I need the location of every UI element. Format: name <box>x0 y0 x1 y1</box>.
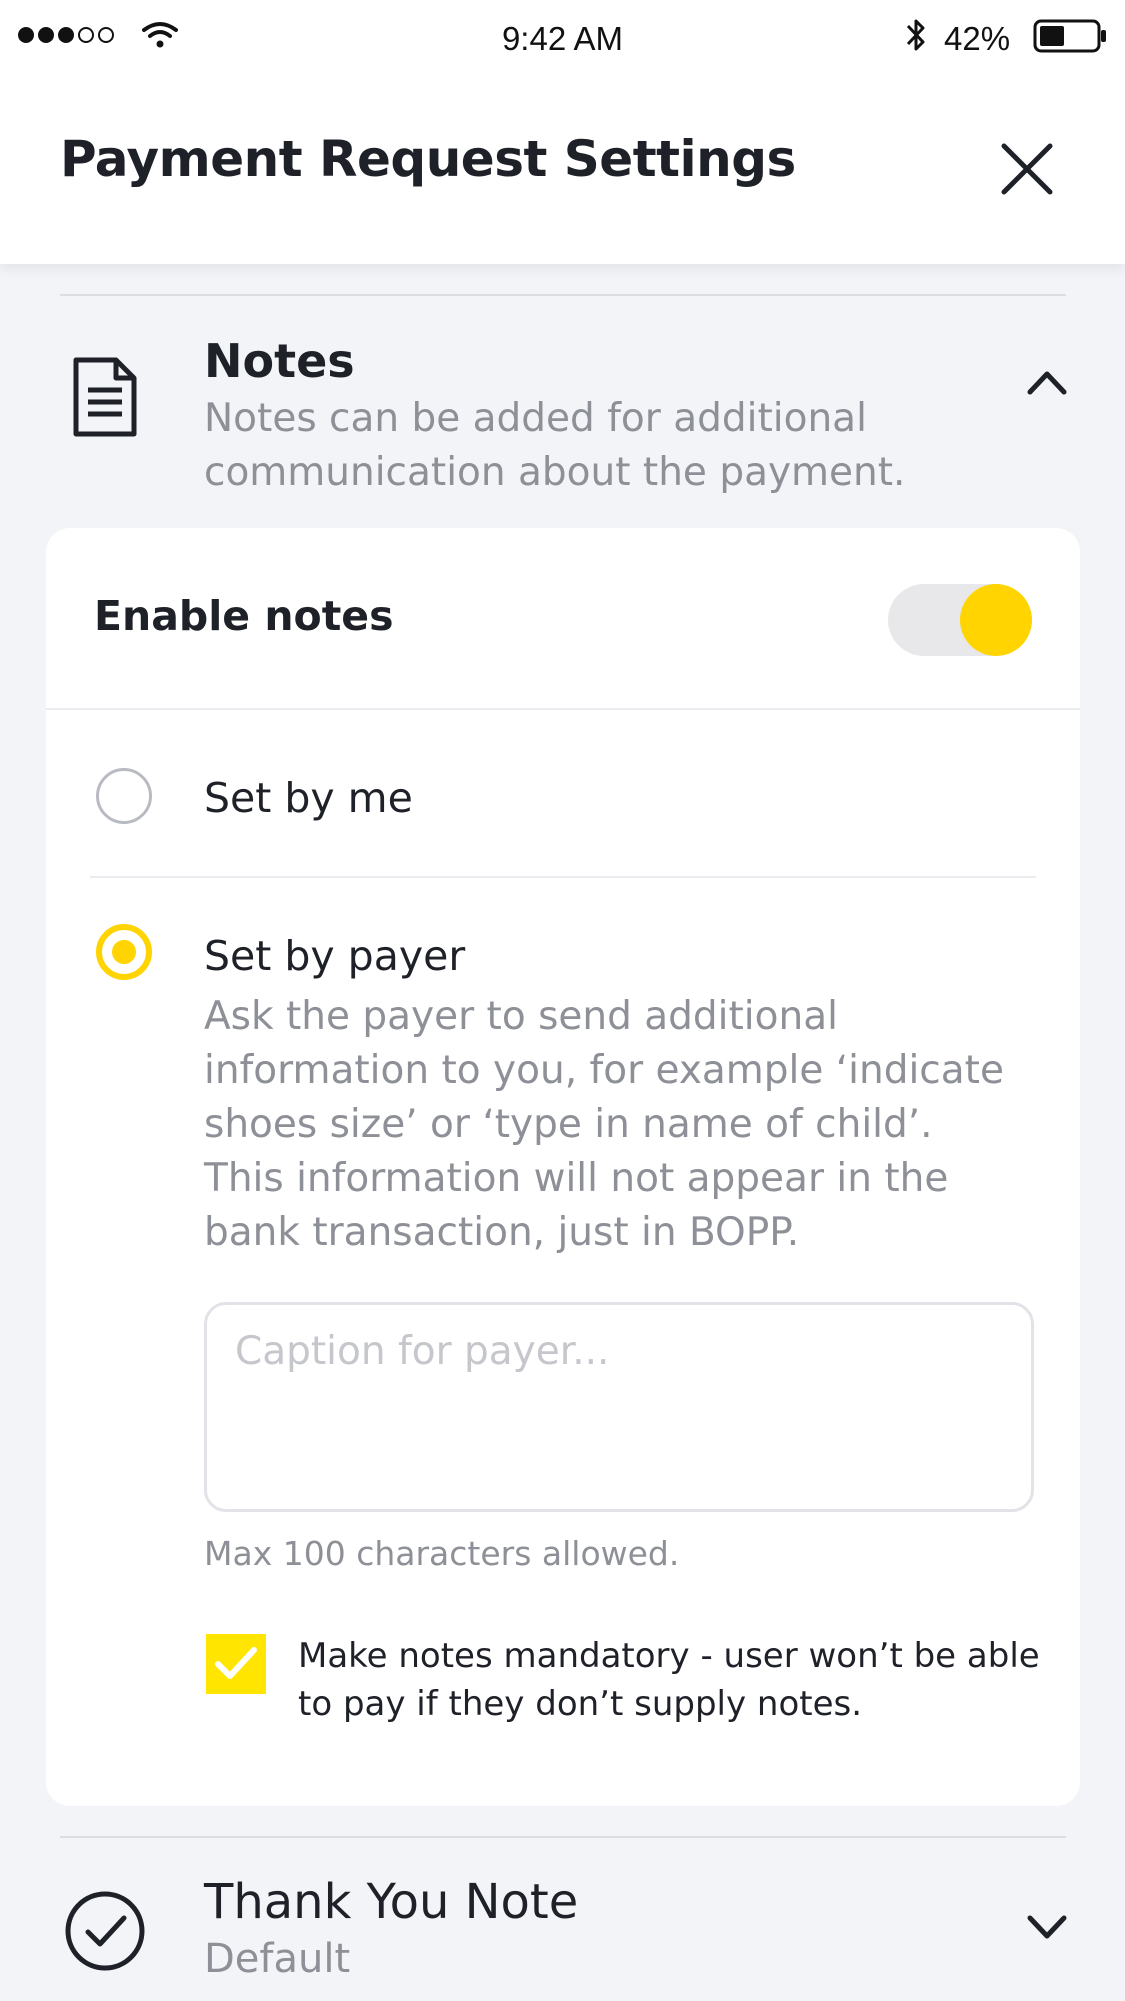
enable-notes-toggle[interactable] <box>888 584 1032 656</box>
mandatory-notes-label: Make notes mandatory - user won’t be abl… <box>298 1636 1040 1724</box>
enable-notes-label: Enable notes <box>94 592 394 640</box>
option-divider <box>90 876 1036 878</box>
toggle-knob <box>960 584 1032 656</box>
thank-you-note-subtitle: Default <box>204 1936 351 1982</box>
section-divider <box>60 294 1066 296</box>
option-label-set-by-payer: Set by payer <box>204 932 466 980</box>
mandatory-notes-checkbox[interactable] <box>206 1634 266 1694</box>
battery-percentage: 42% <box>944 20 1011 57</box>
notes-title: Notes <box>204 334 355 388</box>
page-header: Payment Request Settings <box>0 80 1125 264</box>
notes-settings-card: Enable notes Set by me Set by payer Ask … <box>46 528 1080 1806</box>
option-label-set-by-me: Set by me <box>204 774 413 822</box>
radio-set-by-me[interactable] <box>96 768 152 824</box>
set-by-payer-description: Ask the payer to send additional informa… <box>204 994 1004 1255</box>
close-icon[interactable] <box>992 134 1062 204</box>
section-divider <box>60 1836 1066 1838</box>
check-circle-icon <box>65 1891 145 1971</box>
card-divider <box>46 708 1080 710</box>
page-title: Payment Request Settings <box>60 130 796 188</box>
max-characters-hint: Max 100 characters allowed. <box>204 1534 680 1573</box>
thank-you-note-title: Thank You Note <box>204 1874 579 1930</box>
checkmark-icon <box>215 1647 257 1679</box>
payment-request-settings-screen: 9:42 AM 42% Payment Request Settings Not… <box>0 0 1125 2001</box>
document-icon <box>73 357 137 437</box>
notes-description: Notes can be added for additional commun… <box>204 396 906 495</box>
radio-set-by-payer[interactable] <box>96 924 152 980</box>
caption-for-payer-input[interactable] <box>204 1302 1034 1512</box>
status-bar: 9:42 AM 42% <box>0 0 1125 80</box>
battery-icon <box>1033 19 1106 53</box>
bluetooth-icon <box>906 19 925 51</box>
chevron-down-icon[interactable] <box>1024 1908 1070 1944</box>
chevron-up-icon[interactable] <box>1024 364 1070 400</box>
